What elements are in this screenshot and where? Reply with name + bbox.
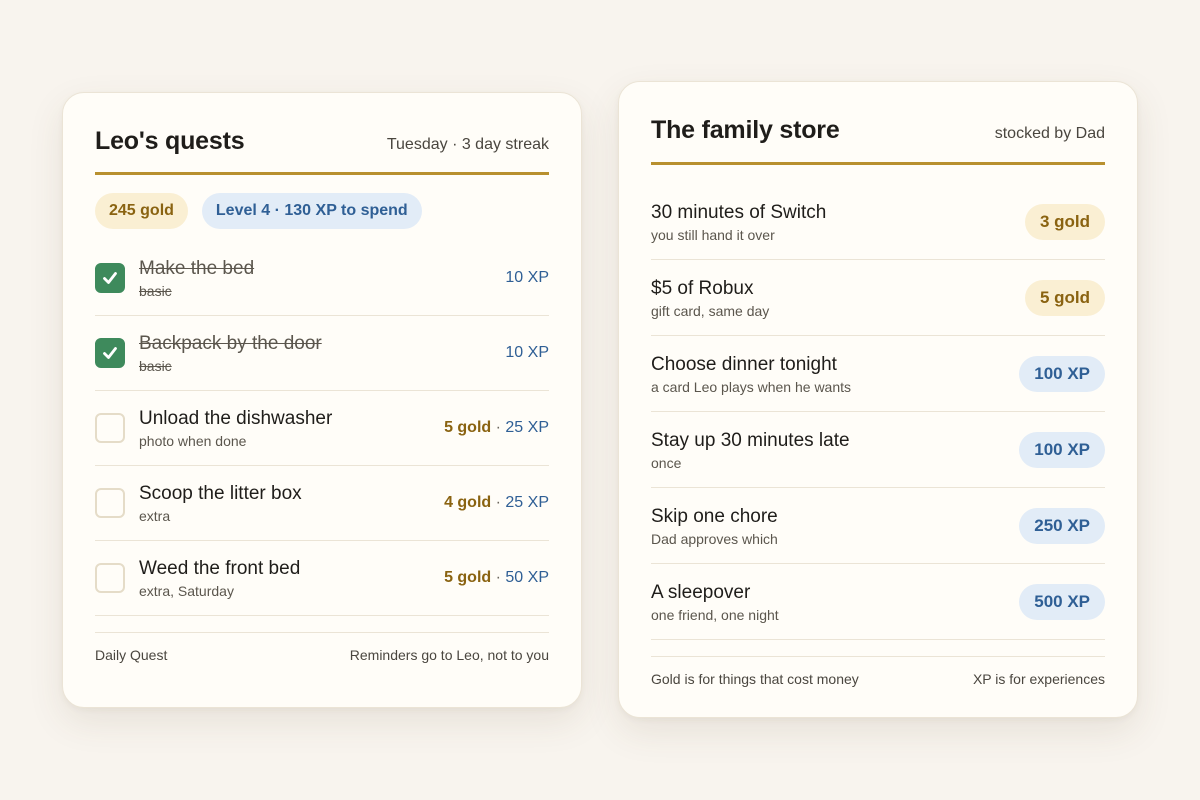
quest-checkbox[interactable] [95, 338, 125, 368]
store-item[interactable]: Skip one chore Dad approves which 250 XP [651, 488, 1105, 564]
store-item-name: 30 minutes of Switch [651, 201, 827, 223]
quest-reward: 5 gold · 50 XP [444, 569, 549, 587]
store-item-price[interactable]: 5 gold [1024, 279, 1105, 316]
store-footer-left: Gold is for things that cost money [651, 671, 859, 687]
reward-xp: 10 XP [505, 344, 549, 361]
quest-text: Backpack by the door basic [139, 332, 505, 374]
store-item-text: $5 of Robux gift card, same day [651, 277, 769, 319]
reward-xp: 25 XP [505, 419, 549, 436]
store-item-price[interactable]: 3 gold [1024, 203, 1105, 240]
reward-separator: · [495, 494, 501, 511]
quest-reward: 10 XP [505, 344, 549, 362]
store-item-note: Dad approves which [651, 530, 778, 547]
quest-text: Unload the dishwasher photo when done [139, 407, 444, 449]
store-item-text: 30 minutes of Switch you still hand it ov… [651, 201, 826, 243]
quest-list: Make the bed basic 10 XP Backpack by the do… [95, 241, 549, 616]
quest-row[interactable]: Weed the front bed extra, Saturday 5 gold … [95, 541, 549, 616]
quest-name: Weed the front bed [139, 558, 301, 579]
store-footer: Gold is for things that cost money XP is… [651, 656, 1105, 687]
store-item-note: you still hand it over [651, 226, 775, 243]
store-item-name: Choose dinner tonight [651, 353, 837, 375]
quest-name: Scoop the litter box [139, 483, 302, 504]
quests-footer: Daily Quest Reminders go to Leo, not to … [95, 632, 549, 663]
quest-row[interactable]: Unload the dishwasher photo when done 5 go… [95, 391, 549, 466]
quests-footer-right: Reminders go to Leo, not to you [349, 647, 549, 663]
quest-row[interactable]: Make the bed basic 10 XP [95, 241, 549, 316]
store-item[interactable]: $5 of Robux gift card, same day 5 gold [651, 260, 1105, 336]
gold-balance-badge: 245 gold [95, 193, 188, 229]
store-item-name: A sleepover [651, 581, 751, 603]
quest-text: Weed the front bed extra, Saturday [139, 557, 444, 599]
quest-note: extra, Saturday [139, 583, 234, 599]
quest-reward: 5 gold · 25 XP [444, 419, 549, 437]
reward-xp: 10 XP [505, 269, 549, 286]
store-item-text: Stay up 30 minutes late once [651, 429, 850, 471]
store-subtitle: stocked by Dad [994, 125, 1105, 142]
quest-checkbox[interactable] [95, 563, 125, 593]
reward-gold: 5 gold [444, 569, 492, 586]
store-item-name: Skip one chore [651, 505, 778, 527]
store-item-text: Choose dinner tonight a card Leo plays wh… [651, 353, 851, 395]
quest-text: Make the bed basic [139, 257, 505, 299]
quest-reward: 10 XP [505, 269, 549, 287]
level-badge: Level 4 · 130 XP to spend [201, 193, 422, 229]
checkmark-icon [103, 272, 117, 284]
store-item-note: a card Leo plays when he wants [651, 378, 852, 395]
store-title: The family store [651, 116, 840, 144]
quests-header: Leo's quests Tuesday · 3 day streak [95, 93, 549, 175]
store-footer-right: XP is for experiences [972, 671, 1105, 687]
store-item-price[interactable]: 250 XP [1019, 507, 1105, 544]
quests-footer-left: Daily Quest [95, 647, 168, 663]
checkmark-icon [103, 347, 117, 359]
store-item-price[interactable]: 500 XP [1019, 583, 1105, 620]
quest-name: Make the bed [139, 258, 255, 279]
quest-name: Backpack by the door [139, 333, 322, 354]
store-list: 30 minutes of Switch you still hand it ov… [651, 184, 1105, 640]
store-item[interactable]: Stay up 30 minutes late once 100 XP [651, 412, 1105, 488]
reward-separator: · [495, 419, 501, 436]
quest-note: photo when done [139, 433, 247, 449]
store-item-text: A sleepover one friend, one night [651, 581, 779, 623]
reward-xp: 50 XP [505, 569, 549, 586]
quest-checkbox[interactable] [95, 488, 125, 518]
store-item[interactable]: Choose dinner tonight a card Leo plays wh… [651, 336, 1105, 412]
quest-note: basic [139, 283, 172, 299]
quests-subtitle: Tuesday · 3 day streak [386, 136, 549, 153]
store-item-price[interactable]: 100 XP [1019, 355, 1105, 392]
store-item-text: Skip one chore Dad approves which [651, 505, 778, 547]
store-item-price[interactable]: 100 XP [1019, 431, 1105, 468]
quest-row[interactable]: Scoop the litter box extra 4 gold · 25 XP [95, 466, 549, 541]
quest-row[interactable]: Backpack by the door basic 10 XP [95, 316, 549, 391]
store-item-note: one friend, one night [651, 606, 779, 623]
reward-gold: 4 gold [444, 494, 492, 511]
reward-xp: 25 XP [505, 494, 549, 511]
store-card: The family store stocked by Dad 30 minut… [618, 81, 1138, 718]
quest-note: extra [139, 508, 171, 524]
reward-separator: · [495, 569, 501, 586]
store-item-name: Stay up 30 minutes late [651, 429, 850, 451]
store-item-note: gift card, same day [651, 302, 770, 319]
quests-card: Leo's quests Tuesday · 3 day streak 245 … [62, 92, 582, 708]
store-item-note: once [651, 454, 682, 471]
quest-checkbox[interactable] [95, 413, 125, 443]
quest-reward: 4 gold · 25 XP [444, 494, 549, 512]
store-item-name: $5 of Robux [651, 277, 754, 299]
store-header: The family store stocked by Dad [651, 82, 1105, 165]
quest-checkbox[interactable] [95, 263, 125, 293]
stats-badges: 245 gold Level 4 · 130 XP to spend [95, 193, 549, 229]
store-item[interactable]: A sleepover one friend, one night 500 XP [651, 564, 1105, 640]
store-item[interactable]: 30 minutes of Switch you still hand it ov… [651, 184, 1105, 260]
quest-text: Scoop the litter box extra [139, 482, 444, 524]
reward-gold: 5 gold [444, 419, 492, 436]
quest-note: basic [139, 358, 172, 374]
quest-name: Unload the dishwasher [139, 408, 333, 429]
quests-title: Leo's quests [95, 127, 245, 155]
